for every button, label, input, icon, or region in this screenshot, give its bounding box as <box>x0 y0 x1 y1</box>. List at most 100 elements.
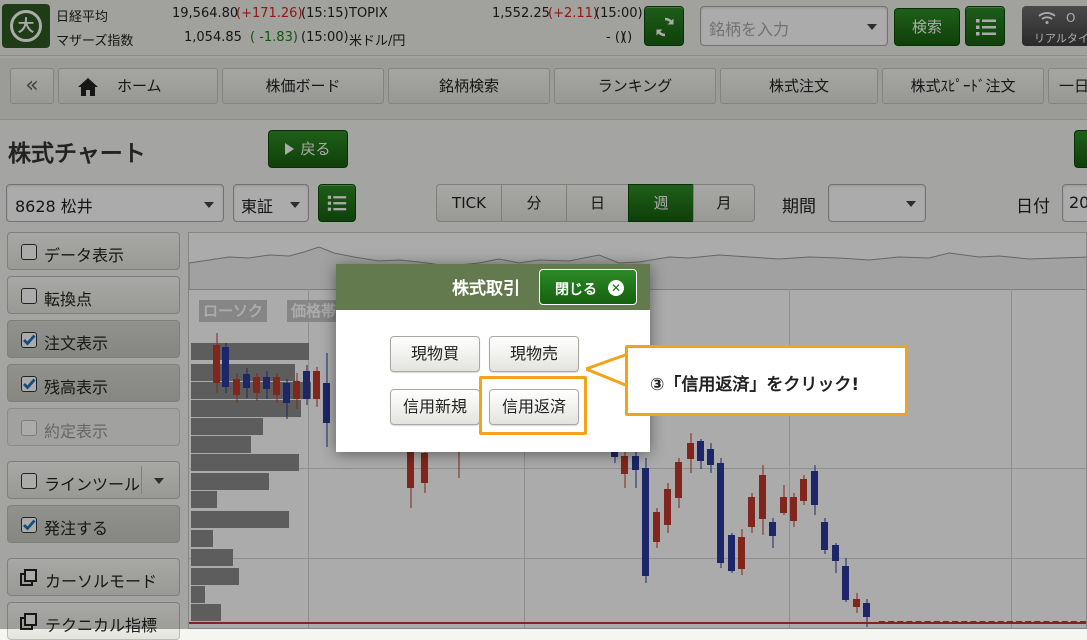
brand-logo[interactable]: 大 <box>2 4 50 48</box>
margin-new-button[interactable]: 信用新規 <box>390 389 480 425</box>
candlestick <box>621 448 628 488</box>
symbol-search-input[interactable]: 銘柄を入力 <box>700 6 888 46</box>
highlight-frame <box>479 376 587 435</box>
toggle-label: 転換点 <box>44 290 93 309</box>
date-input[interactable]: 20 <box>1062 184 1087 222</box>
gridline <box>189 558 1086 559</box>
back-button-label: 戻る <box>300 140 331 158</box>
spot-buy-button[interactable]: 現物買 <box>390 336 480 372</box>
mothers-value: 1,054.85 <box>184 30 242 45</box>
candlestick <box>313 367 320 407</box>
checkbox-icon <box>21 420 37 436</box>
volume-profile-bar <box>191 343 309 360</box>
cursor-mode-button[interactable]: カーソルモード <box>7 558 180 596</box>
checkbox-checked-icon <box>21 376 37 392</box>
candlestick <box>759 465 766 535</box>
nav-item-ranking[interactable]: ランキング <box>554 68 716 104</box>
candlestick <box>687 433 694 473</box>
back-button[interactable]: 戻る <box>268 130 348 168</box>
spot-sell-button[interactable]: 現物売 <box>489 336 579 372</box>
mothers-label: マザーズ指数 <box>56 34 134 49</box>
nav-collapse-button[interactable]: « <box>10 68 54 104</box>
volume-profile-bar <box>191 604 221 621</box>
checkbox-icon <box>21 244 37 260</box>
nav-item-home[interactable]: ホーム <box>58 68 218 104</box>
divider <box>141 466 142 494</box>
chevron-down-icon <box>867 24 877 30</box>
order-line <box>879 621 1086 624</box>
home-icon <box>78 78 98 96</box>
candlestick <box>707 443 714 473</box>
realtime-label: リアルタイ <box>1034 32 1087 45</box>
chevron-down-icon[interactable] <box>154 478 164 484</box>
toggle-line-tool[interactable]: ラインツール <box>7 461 180 499</box>
candlestick <box>263 371 270 399</box>
candlestick <box>233 373 240 403</box>
toggle-data-display[interactable]: データ表示 <box>7 232 180 270</box>
top-bar: 大 日経平均 19,564.80 (+171.26) (15:15) マザーズ指… <box>0 0 1087 56</box>
period-tick[interactable]: TICK <box>436 184 502 222</box>
symbol-select[interactable]: 8628 松井 <box>6 184 224 222</box>
range-select[interactable] <box>828 184 926 222</box>
close-button[interactable]: 閉じる ✕ <box>539 269 637 305</box>
realtime-button[interactable]: O リアルタイ <box>1022 6 1087 46</box>
candlestick <box>675 458 682 508</box>
nav-item-stock-board[interactable]: 株価ボード <box>222 68 384 104</box>
search-placeholder: 銘柄を入力 <box>709 20 790 39</box>
volume-profile-bar <box>191 491 217 508</box>
gridline <box>789 289 790 628</box>
list-menu-button[interactable] <box>965 6 1005 46</box>
gridline <box>308 289 309 628</box>
exchange-select[interactable]: 東証 <box>233 184 309 222</box>
chart-tag-candle: ローソク <box>199 300 268 322</box>
candlestick <box>293 373 300 409</box>
symbol-list-button[interactable] <box>318 184 356 222</box>
volume-profile-bar <box>191 473 269 490</box>
toggle-place-order[interactable]: 発注する <box>7 505 180 543</box>
candlestick <box>748 493 755 533</box>
window-icon <box>20 613 37 630</box>
nav-item-daytrade[interactable]: 一日 <box>1048 68 1087 104</box>
nav-item-speed-order[interactable]: 株式ｽﾋﾟｰﾄﾞ注文 <box>882 68 1044 104</box>
candlestick <box>821 518 828 554</box>
technical-indicator-button[interactable]: テクニカル指標 <box>7 602 180 640</box>
checkbox-checked-icon <box>21 517 37 533</box>
toggle-turning-point[interactable]: 転換点 <box>7 276 180 314</box>
toggle-balance-display[interactable]: 残高表示 <box>7 364 180 402</box>
candlestick <box>842 558 849 602</box>
checkbox-icon <box>21 473 37 489</box>
period-week[interactable]: 週 <box>628 184 694 222</box>
nav-item-stock-search[interactable]: 銘柄検索 <box>388 68 550 104</box>
period-minute[interactable]: 分 <box>501 184 567 222</box>
nikkei-label: 日経平均 <box>56 10 109 25</box>
symbol-value: 8628 松井 <box>15 197 93 216</box>
close-button-label: 閉じる <box>555 282 597 298</box>
candlestick <box>728 533 735 573</box>
volume-profile-bar <box>191 586 205 603</box>
chevron-down-icon <box>290 202 300 208</box>
nav-item-stock-order[interactable]: 株式注文 <box>720 68 878 104</box>
instruction-callout: ③「信用返済」をクリック! <box>625 345 908 416</box>
date-value: 20 <box>1069 193 1087 212</box>
button-label: カーソルモード <box>45 572 158 591</box>
candlestick <box>717 458 724 568</box>
window-icon <box>20 569 37 586</box>
candlestick <box>253 373 260 401</box>
candlestick <box>273 373 280 403</box>
search-button[interactable]: 検索 <box>894 8 960 46</box>
nav-item-label: ホーム <box>117 77 162 95</box>
chart-tag-price-range: 価格帯 <box>287 300 341 322</box>
period-day[interactable]: 日 <box>566 184 629 222</box>
toggle-label: ラインツール <box>44 475 141 494</box>
candlestick <box>653 508 660 548</box>
right-action-button[interactable] <box>1074 130 1087 168</box>
toggle-order-display[interactable]: 注文表示 <box>7 320 180 358</box>
usdjpy-label: 米ドル/円 <box>349 34 406 49</box>
refresh-button[interactable] <box>644 6 684 46</box>
volume-profile-bar <box>191 568 239 585</box>
toggle-label: 注文表示 <box>44 334 109 353</box>
period-month[interactable]: 月 <box>693 184 755 222</box>
nikkei-change: (+171.26) <box>236 6 303 21</box>
refresh-icon <box>656 17 674 37</box>
candlestick <box>811 465 818 515</box>
